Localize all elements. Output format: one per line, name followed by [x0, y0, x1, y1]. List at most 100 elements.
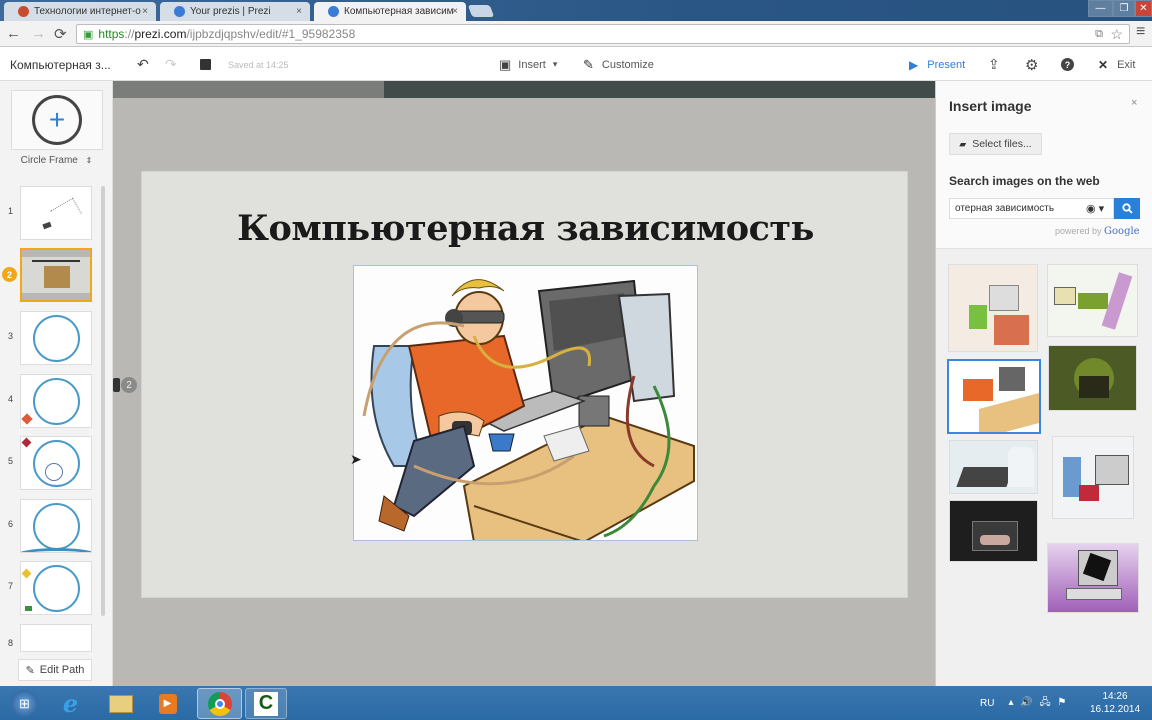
- editor-canvas[interactable]: 2 Компьютерная зависимость ➤: [113, 81, 935, 686]
- restore-button[interactable]: ❐: [1113, 0, 1135, 17]
- customize-button[interactable]: ✎ Customize: [583, 48, 654, 81]
- tab-your-prezis[interactable]: Your prezis | Prezi ×: [160, 2, 310, 21]
- tray-icons[interactable]: ▴ 🔊 🖧 ⚑: [1008, 695, 1068, 712]
- slide-title[interactable]: Компьютерная зависимость: [142, 208, 909, 249]
- back-icon[interactable]: ←: [6, 25, 21, 42]
- favicon-icon: [18, 6, 29, 17]
- slide-thumbnail-selected[interactable]: 2: [0, 248, 100, 302]
- taskbar-internet-explorer[interactable]: e: [49, 688, 92, 719]
- exit-button[interactable]: ✕ Exit: [1098, 48, 1135, 81]
- globe-dropdown-icon[interactable]: ◉ ▾: [1086, 202, 1104, 215]
- bookmark-star-icon[interactable]: ☆: [1110, 26, 1123, 43]
- save-icon: [200, 59, 211, 70]
- chrome-icon: [207, 691, 232, 716]
- reload-icon[interactable]: ⟳: [54, 25, 67, 43]
- slide-frame[interactable]: Компьютерная зависимость: [141, 171, 908, 598]
- tab-close-icon[interactable]: ×: [142, 6, 148, 17]
- tab-technologies[interactable]: Технологии интернет-о ×: [4, 2, 156, 21]
- add-frame-button[interactable]: +: [11, 90, 103, 150]
- taskbar-chrome[interactable]: [197, 688, 242, 719]
- undo-icon[interactable]: ↶: [137, 48, 149, 81]
- image-result[interactable]: [948, 264, 1038, 352]
- search-icon: [1121, 203, 1133, 214]
- windows-logo-icon: ⊞: [11, 690, 38, 717]
- slide-thumbnail[interactable]: 3: [0, 311, 100, 365]
- help-button[interactable]: ?: [1061, 48, 1074, 81]
- image-result[interactable]: [1052, 436, 1134, 519]
- close-window-button[interactable]: ✕: [1135, 0, 1152, 17]
- slide-preview: [20, 436, 92, 490]
- image-result[interactable]: [1047, 543, 1139, 613]
- minimize-button[interactable]: —: [1088, 0, 1113, 17]
- address-bar-row: ← → ⟳ ▣ https :// prezi.com /ijpbzdjqpsh…: [0, 21, 1152, 47]
- progress-fill: [113, 81, 385, 98]
- slide-image[interactable]: [353, 265, 698, 541]
- slides-sidebar: + Circle Frame ⇕ 1 2 3 4 5 6 7 8 ✎ Edit …: [0, 81, 113, 686]
- insert-icon: ▣: [499, 56, 512, 72]
- slide-thumbnail[interactable]: 8: [0, 624, 100, 652]
- saved-status: Saved at 14:25: [228, 59, 289, 70]
- save-button[interactable]: [200, 48, 211, 81]
- internet-explorer-icon: e: [62, 689, 79, 718]
- taskbar-media-player[interactable]: ▶: [146, 688, 189, 719]
- slide-thumbnail[interactable]: 4: [0, 374, 100, 428]
- select-files-button[interactable]: ▰ Select files...: [949, 133, 1042, 155]
- prezi-toolbar: Компьютерная з... ↶ ↷ Saved at 14:25 ▣ I…: [0, 48, 1152, 81]
- image-result-selected[interactable]: [947, 359, 1041, 434]
- forward-icon[interactable]: →: [31, 25, 46, 42]
- chevron-down-icon: ▾: [552, 59, 558, 69]
- slide-thumbnail[interactable]: 7: [0, 561, 100, 615]
- slide-preview: [20, 499, 92, 553]
- close-icon[interactable]: ×: [1131, 97, 1137, 109]
- frame-type-select[interactable]: Circle Frame ⇕: [0, 155, 113, 166]
- sidebar-scrollbar[interactable]: [101, 186, 105, 616]
- search-button[interactable]: [1114, 198, 1140, 219]
- tab-computer-addiction[interactable]: Компьютерная зависимс ×: [314, 2, 466, 21]
- insert-menu-button[interactable]: ▣ Insert ▾: [499, 48, 557, 81]
- media-player-icon: ▶: [158, 693, 177, 714]
- folder-icon: [108, 694, 133, 713]
- slide-thumbnail[interactable]: 5: [0, 436, 100, 490]
- system-tray: RU ▴ 🔊 🖧 ⚑: [980, 686, 1068, 720]
- chrome-menu-icon[interactable]: ≡: [1136, 23, 1145, 41]
- slide-thumbnail[interactable]: 1: [0, 186, 100, 240]
- path-progress-bar: [113, 81, 935, 98]
- redo-icon[interactable]: ↷: [165, 48, 177, 81]
- taskbar-camtasia[interactable]: C: [245, 688, 287, 719]
- play-icon: ▶: [909, 57, 919, 72]
- prezi-favicon-icon: [174, 6, 185, 17]
- tab-close-icon[interactable]: ×: [452, 6, 458, 17]
- start-button[interactable]: ⊞: [3, 688, 46, 719]
- clock[interactable]: 14:26 16.12.2014: [1085, 690, 1145, 716]
- slide-preview: [20, 248, 92, 302]
- settings-gear-icon[interactable]: ⚙: [1025, 48, 1038, 81]
- share-icon[interactable]: ⇪: [988, 48, 1000, 81]
- document-title[interactable]: Компьютерная з...: [10, 48, 111, 81]
- image-result[interactable]: [949, 500, 1038, 562]
- tab-close-icon[interactable]: ×: [296, 6, 302, 17]
- slide-thumbnail[interactable]: 6: [0, 499, 100, 553]
- browser-tab-strip: Технологии интернет-о × Your prezis | Pr…: [0, 0, 1152, 21]
- translate-icon[interactable]: ⧉: [1095, 28, 1103, 41]
- language-indicator[interactable]: RU: [980, 698, 994, 709]
- image-result[interactable]: [949, 440, 1038, 494]
- taskbar-file-explorer[interactable]: [99, 688, 142, 719]
- pencil-icon: ✎: [25, 664, 35, 677]
- path-point-marker[interactable]: 2: [113, 377, 137, 393]
- prezi-favicon-icon: [328, 6, 339, 17]
- sort-caret-icon: ⇕: [85, 156, 93, 165]
- url-input[interactable]: ▣ https :// prezi.com /ijpbzdjqpshv/edit…: [76, 24, 1130, 44]
- search-heading: Search images on the web: [949, 174, 1100, 188]
- lock-icon: ▣: [83, 28, 94, 41]
- slide-preview: [20, 374, 92, 428]
- close-icon: ✕: [1098, 57, 1109, 72]
- present-button[interactable]: ▶ Present: [909, 48, 965, 81]
- edit-path-button[interactable]: ✎ Edit Path: [18, 659, 92, 681]
- image-result[interactable]: [1048, 345, 1137, 411]
- brush-icon: ✎: [583, 56, 594, 72]
- powered-by-google: powered by Google: [1055, 226, 1140, 237]
- new-tab-button[interactable]: [467, 5, 495, 17]
- image-result[interactable]: [1047, 264, 1138, 337]
- drag-handle[interactable]: [113, 378, 120, 392]
- panel-header: Insert image × ▰ Select files... Search …: [936, 81, 1152, 249]
